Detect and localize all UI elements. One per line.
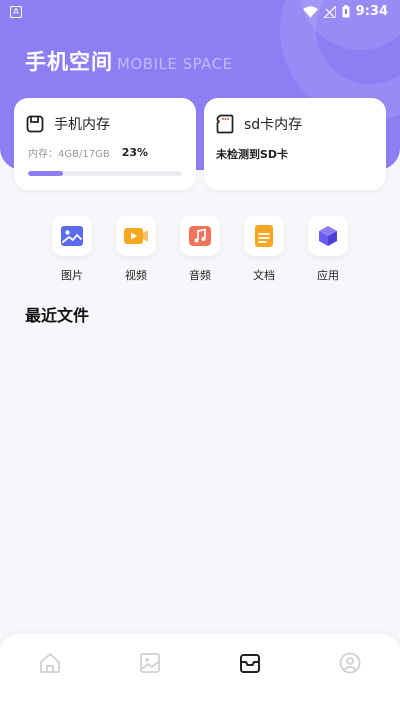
- category-videos[interactable]: 视频: [114, 216, 158, 283]
- notification-app-icon: A: [10, 6, 22, 18]
- profile-icon: [339, 652, 361, 674]
- phone-storage-usage-text: 内存：4GB/17GB: [28, 149, 110, 160]
- nav-home[interactable]: [38, 651, 62, 675]
- video-icon: [124, 228, 148, 244]
- sd-card-icon: [216, 114, 234, 134]
- category-tile: [244, 216, 284, 256]
- cellular-signal-icon: [323, 5, 336, 18]
- category-images[interactable]: 图片: [50, 216, 94, 283]
- phone-storage-percent: 23%: [121, 146, 149, 159]
- category-label: 应用: [317, 269, 339, 282]
- category-label: 文档: [253, 269, 275, 282]
- category-tile: [52, 216, 92, 256]
- music-icon: [189, 226, 211, 246]
- page-title: 手机空间: [25, 50, 113, 74]
- status-time: 9:34: [355, 4, 388, 19]
- nav-profile[interactable]: [338, 651, 362, 675]
- app-cube-icon: [319, 226, 337, 246]
- category-documents[interactable]: 文档: [242, 216, 286, 283]
- sd-storage-header: sd卡内存: [216, 114, 302, 134]
- storage-box-icon: [240, 654, 260, 673]
- page-title-row: 手机空间 MOBILE SPACE: [25, 46, 233, 76]
- sd-card-status: 未检测到SD卡: [216, 148, 289, 161]
- wifi-icon: [302, 5, 318, 18]
- category-label: 音频: [189, 269, 211, 282]
- phone-storage-progress: [28, 171, 182, 176]
- bottom-navigation: [0, 634, 400, 712]
- gallery-icon: [140, 653, 160, 673]
- category-tile: [116, 216, 156, 256]
- document-icon: [255, 225, 273, 247]
- phone-storage-header: 手机内存: [26, 114, 110, 134]
- recent-files-title: 最近文件: [25, 306, 90, 325]
- nav-storage[interactable]: [238, 651, 262, 675]
- category-label: 视频: [125, 269, 147, 282]
- page-subtitle: MOBILE SPACE: [117, 55, 233, 73]
- phone-storage-usage: 内存：4GB/17GB 23%: [28, 145, 148, 160]
- status-bar: A 9:34: [0, 0, 400, 24]
- category-audio[interactable]: 音频: [178, 216, 222, 283]
- category-tile: [180, 216, 220, 256]
- nav-gallery[interactable]: [138, 651, 162, 675]
- phone-storage-progress-fill: [28, 171, 64, 176]
- category-tile: [308, 216, 348, 256]
- sd-storage-title: sd卡内存: [244, 117, 303, 133]
- category-apps[interactable]: 应用: [306, 216, 350, 283]
- phone-storage-card[interactable]: 手机内存 内存：4GB/17GB 23%: [14, 98, 196, 190]
- category-shortcuts: 图片 视频 音频 文档 应用: [0, 216, 400, 286]
- sd-storage-card[interactable]: sd卡内存 未检测到SD卡: [204, 98, 386, 190]
- image-icon: [61, 226, 83, 246]
- home-icon: [40, 653, 60, 673]
- status-icons: 9:34: [302, 4, 388, 19]
- battery-icon: [342, 5, 350, 18]
- phone-storage-title: 手机内存: [54, 117, 110, 133]
- category-label: 图片: [61, 269, 83, 282]
- phone-storage-icon: [26, 115, 44, 133]
